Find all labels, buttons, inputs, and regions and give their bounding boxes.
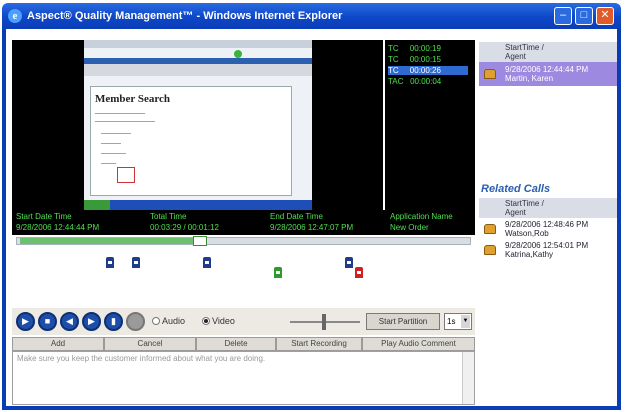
stop-icon[interactable]: ■	[38, 312, 57, 331]
time-counters: TC 00:00:19 TC 00:00:15 TC 00:00:26 TAC …	[385, 40, 475, 210]
application-name-value: New Order	[390, 223, 429, 232]
related-call-row[interactable]: 9/28/2006 12:54:01 PM Katrina,Kathy	[479, 240, 617, 260]
green-marker-icon[interactable]	[274, 267, 282, 278]
highlight-box	[117, 167, 135, 183]
start-button	[84, 200, 110, 210]
end-date-label: End Date Time	[270, 212, 323, 221]
text-line	[101, 143, 121, 144]
close-icon[interactable]: ✕	[596, 7, 614, 25]
video-radio-label: Video	[212, 316, 235, 326]
play-icon[interactable]: ▶	[16, 312, 35, 331]
calls-panel: StartTime / Agent 9/28/2006 12:44:44 PM …	[477, 40, 617, 406]
taskbar	[84, 200, 312, 210]
green-go-icon	[234, 50, 242, 58]
internet-explorer-icon: e	[8, 9, 22, 23]
timeline-scrubber[interactable]	[193, 236, 207, 246]
recorded-document: Member Search	[90, 86, 292, 196]
related-calls-header: StartTime / Agent	[479, 198, 617, 218]
forward-icon[interactable]: ▶	[82, 312, 101, 331]
bookmark-marker-icon[interactable]	[106, 257, 114, 268]
related-calls-title: Related Calls	[481, 183, 551, 195]
minimize-icon[interactable]: –	[554, 7, 572, 25]
browser-toolbar	[84, 40, 312, 48]
red-marker-icon[interactable]	[355, 267, 363, 278]
play-audio-comment-button[interactable]: Play Audio Comment	[362, 337, 475, 351]
bookmark-marker-icon[interactable]	[345, 257, 353, 268]
bookmark-marker-icon[interactable]	[132, 257, 140, 268]
record-icon[interactable]	[126, 312, 145, 331]
audio-radio[interactable]	[152, 317, 160, 325]
recorded-screen: Member Search	[84, 40, 312, 210]
audio-radio-label: Audio	[162, 316, 186, 326]
title-bar: e Aspect® Quality Management™ - Windows …	[2, 3, 621, 29]
playback-controls: ▶ ■ ◀ ▶ ▮ Audio Video Start Partition 1s…	[12, 308, 475, 335]
text-line	[101, 133, 131, 134]
text-line	[95, 121, 155, 122]
text-line	[101, 153, 126, 154]
call-info-bar: Start Date Time 9/28/2006 12:44:44 PM To…	[12, 210, 475, 235]
cancel-button[interactable]: Cancel	[104, 337, 196, 351]
related-call-row[interactable]: 9/28/2006 12:48:46 PM Watson,Rob	[479, 219, 617, 239]
window-title: Aspect® Quality Management™ - Windows In…	[27, 10, 343, 22]
comment-textarea[interactable]: Make sure you keep the customer informed…	[12, 351, 475, 405]
counter-row: TC 00:00:19	[388, 44, 441, 53]
interval-select[interactable]: 1s ▼	[444, 313, 472, 330]
phone-icon	[484, 245, 496, 255]
chevron-down-icon[interactable]: ▼	[461, 315, 470, 328]
application-name-label: Application Name	[390, 212, 453, 221]
bookmark-marker-icon[interactable]	[203, 257, 211, 268]
start-date-value: 9/28/2006 12:44:44 PM	[16, 223, 100, 232]
start-partition-button[interactable]: Start Partition	[366, 313, 440, 330]
total-time-value: 00:03:29 / 00:01:12	[150, 223, 219, 232]
start-date-label: Start Date Time	[16, 212, 72, 221]
delete-button[interactable]: Delete	[196, 337, 276, 351]
recorded-page-heading: Member Search	[95, 93, 171, 105]
add-button[interactable]: Add	[12, 337, 104, 351]
current-call-header: StartTime / Agent	[479, 42, 617, 62]
start-recording-button[interactable]: Start Recording	[276, 337, 362, 351]
comment-scrollbar[interactable]	[462, 352, 474, 404]
volume-slider-knob[interactable]	[322, 314, 326, 330]
comment-text: Make sure you keep the customer informed…	[17, 354, 266, 363]
counter-row: TC 00:00:26	[388, 66, 468, 75]
total-time-label: Total Time	[150, 212, 187, 221]
counter-row: TC 00:00:15	[388, 55, 441, 64]
comment-actions: Add Cancel Delete Start Recording Play A…	[12, 337, 475, 351]
browser-menu-strip	[84, 64, 312, 76]
counter-row: TAC 00:00:04	[388, 77, 442, 86]
text-line	[95, 113, 145, 114]
video-radio[interactable]	[202, 317, 210, 325]
end-date-value: 9/28/2006 12:47:07 PM	[270, 223, 354, 232]
rewind-icon[interactable]: ◀	[60, 312, 79, 331]
phone-icon	[484, 69, 496, 79]
timeline-progress	[20, 238, 207, 244]
maximize-icon[interactable]: □	[575, 7, 593, 25]
current-call-row[interactable]: 9/28/2006 12:44:44 PM Martin, Karen	[479, 62, 617, 86]
text-line	[101, 163, 116, 164]
skip-icon[interactable]: ▮	[104, 312, 123, 331]
phone-icon	[484, 224, 496, 234]
timeline	[12, 235, 475, 295]
